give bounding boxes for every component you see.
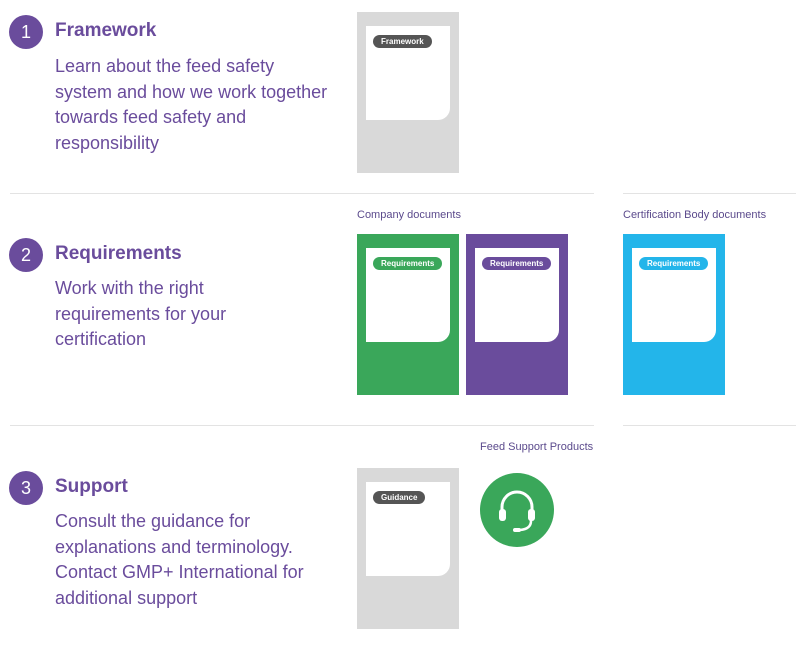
guidance-tag: Guidance	[373, 491, 426, 504]
section-divider	[623, 193, 796, 194]
framework-document-card[interactable]: Framework	[357, 12, 459, 173]
certification-body-documents-label: Certification Body documents	[623, 209, 767, 221]
section-divider	[623, 425, 796, 426]
step-number-badge: 3	[9, 471, 43, 505]
step-number-badge: 1	[9, 15, 43, 49]
company-requirements-card-green[interactable]: Requirements	[357, 234, 459, 395]
feed-support-products-label: Feed Support Products	[480, 441, 594, 453]
framework-tag: Framework	[373, 35, 432, 48]
requirements-tag: Requirements	[639, 257, 709, 270]
step-title-requirements: Requirements	[55, 243, 182, 264]
step-number-badge: 2	[9, 238, 43, 272]
company-documents-label: Company documents	[357, 209, 461, 221]
section-divider	[10, 425, 594, 426]
headset-icon	[499, 490, 535, 532]
section-divider	[10, 193, 594, 194]
step-title-framework: Framework	[55, 20, 157, 41]
step-description-support: Consult the guidance for explanations an…	[55, 511, 304, 608]
card-page: Requirements	[475, 248, 559, 342]
company-requirements-card-purple[interactable]: Requirements	[466, 234, 568, 395]
feed-support-products-button[interactable]	[480, 473, 554, 547]
card-page: Requirements	[632, 248, 716, 342]
card-page: Guidance	[366, 482, 450, 576]
requirements-tag: Requirements	[373, 257, 443, 270]
card-page: Framework	[366, 26, 450, 120]
requirements-tag: Requirements	[482, 257, 552, 270]
step-title-support: Support	[55, 476, 128, 497]
card-page: Requirements	[366, 248, 450, 342]
certification-body-requirements-card[interactable]: Requirements	[623, 234, 725, 395]
guidance-document-card[interactable]: Guidance	[357, 468, 459, 629]
step-description-framework: Learn about the feed safety system and h…	[55, 56, 328, 153]
step-description-requirements: Work with the right requirements for you…	[55, 278, 227, 350]
